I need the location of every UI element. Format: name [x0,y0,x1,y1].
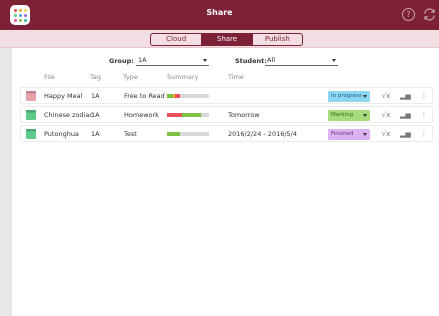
column-header-file: File [44,73,55,81]
file-time: Tomorrow [228,111,260,119]
chevron-down-icon [363,133,367,136]
summary-segment [175,94,180,98]
chart-icon[interactable]: ▂▅ [400,111,411,119]
chevron-down-icon [363,95,367,98]
file-name[interactable]: Putonghua [44,130,79,138]
summary-segment [167,113,182,117]
summary-segment [181,113,201,117]
tab-cloud[interactable]: Cloud [151,34,201,45]
file-type: Test [124,130,137,138]
share-panel: Group: 1A Student: All File Tag Type Sum… [12,48,439,316]
file-type: Free to Read [124,92,165,100]
file-tag: 1A [91,92,100,100]
file-icon [26,129,36,139]
chevron-down-icon [203,59,207,62]
file-icon [26,91,36,101]
column-header-tag: Tag [90,73,102,81]
segmented-tabs: Cloud Share Publish [150,33,303,46]
mark-icon[interactable]: √x [381,130,391,138]
chart-icon[interactable]: ▂▅ [400,92,411,100]
file-type: Homework [124,111,159,119]
window-title: Share [206,8,233,17]
file-name[interactable]: Chinese zodiac [44,111,93,119]
mark-icon[interactable]: √x [381,111,391,119]
chart-icon[interactable]: ▂▅ [400,130,411,138]
status-dropdown[interactable]: Finished [328,129,370,140]
file-tag: 1A [91,111,100,119]
table-row[interactable]: Chinese zodiac 1A Homework Tomorrow Marking √… [20,106,433,123]
sync-icon[interactable] [422,7,437,22]
tab-bar: Cloud Share Publish [0,30,439,48]
student-select-value: All [267,56,276,64]
status-dropdown[interactable]: Marking [328,110,370,121]
status-dropdown[interactable]: In progress [328,91,370,102]
status-label: Finished [331,131,354,137]
mark-icon[interactable]: √x [381,92,391,100]
column-header-summary: Summary [167,73,199,81]
more-icon[interactable]: ⋮ [419,130,429,138]
tab-share[interactable]: Share [201,34,252,45]
file-name[interactable]: Happy Meal [44,92,82,100]
column-header-type: Type [123,73,138,81]
student-select[interactable]: All [265,54,338,66]
table-row[interactable]: Putonghua 1A Test 2016/2/24 - 2016/5/4 Finis… [20,125,433,142]
chevron-down-icon [332,59,336,62]
group-filter-label: Group: [109,57,134,65]
more-icon[interactable]: ⋮ [419,92,429,100]
summary-bar [167,132,209,136]
summary-bar [167,113,209,117]
title-bar: Share ? [0,0,439,30]
more-icon[interactable]: ⋮ [419,111,429,119]
file-time: 2016/2/24 - 2016/5/4 [228,130,297,138]
file-tag: 1A [91,130,100,138]
status-label: In progress [331,93,362,99]
tab-publish[interactable]: Publish [251,34,302,45]
group-select-value: 1A [138,56,147,64]
summary-bar [167,94,209,98]
table-row[interactable]: Happy Meal 1A Free to Read In progress √x ▂▅ ⋮ [20,87,433,104]
chevron-down-icon [363,114,367,117]
summary-segment [167,132,180,136]
help-icon[interactable]: ? [402,8,415,21]
student-filter-label: Student: [235,57,267,65]
column-header-time: Time [228,73,244,81]
status-label: Marking [331,112,354,118]
group-select[interactable]: 1A [136,54,209,66]
file-icon [26,110,36,120]
